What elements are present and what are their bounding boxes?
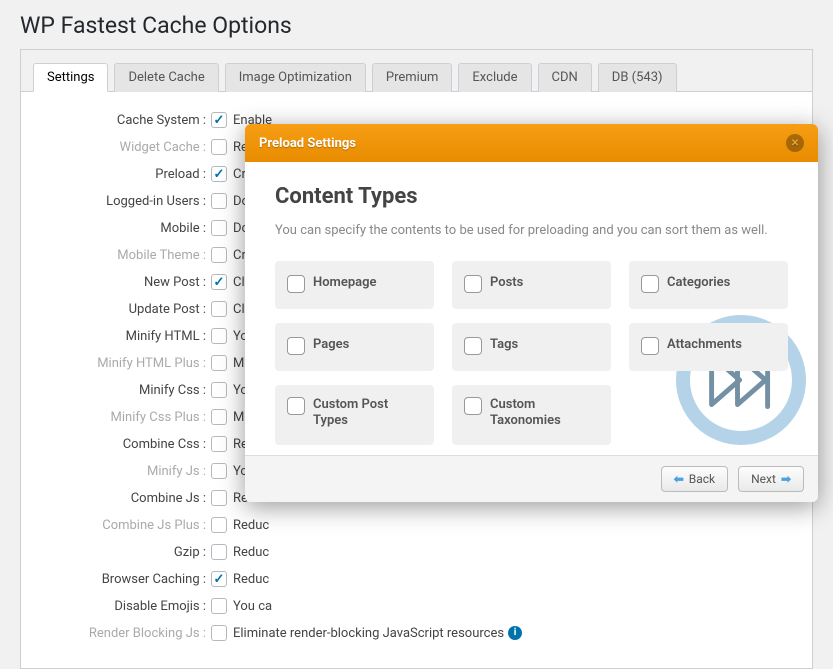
setting-checkbox[interactable]	[211, 328, 227, 344]
setting-label: Disable Emojis	[51, 599, 211, 614]
setting-label: New Post	[51, 275, 211, 290]
setting-checkbox[interactable]	[211, 517, 227, 533]
content-type-checkbox[interactable]	[287, 337, 305, 355]
tab-delete-cache[interactable]: Delete Cache	[114, 63, 218, 92]
setting-label: Minify HTML Plus	[51, 356, 211, 371]
next-button[interactable]: Next ➡	[738, 466, 804, 492]
setting-label: Combine Css	[51, 437, 211, 452]
setting-checkbox[interactable]	[211, 112, 227, 128]
setting-label: Logged-in Users	[51, 194, 211, 209]
setting-label: Combine Js Plus	[51, 518, 211, 533]
setting-label: Mobile Theme	[51, 248, 211, 263]
setting-label: Preload	[51, 167, 211, 182]
setting-checkbox[interactable]	[211, 166, 227, 182]
setting-checkbox[interactable]	[211, 193, 227, 209]
content-type-item[interactable]: Tags	[452, 323, 611, 371]
page-title: WP Fastest Cache Options	[0, 0, 833, 49]
content-type-item[interactable]: Posts	[452, 261, 611, 309]
setting-checkbox[interactable]	[211, 625, 227, 641]
setting-row: Render Blocking Js Eliminate render-block…	[51, 623, 782, 643]
content-type-label: Custom Post Types	[313, 397, 422, 431]
close-icon[interactable]	[786, 134, 804, 152]
next-button-label: Next	[751, 472, 776, 486]
content-types-grid: Homepage Posts Categories Pages Tags Attachme…	[275, 261, 788, 445]
content-type-item[interactable]: Categories	[629, 261, 788, 309]
content-type-checkbox[interactable]	[287, 397, 305, 415]
content-type-label: Attachments	[667, 337, 742, 354]
setting-checkbox[interactable]	[211, 301, 227, 317]
setting-checkbox[interactable]	[211, 463, 227, 479]
setting-row: Gzip Reduc	[51, 542, 782, 562]
setting-row: Combine Js Plus Reduc	[51, 515, 782, 535]
setting-checkbox[interactable]	[211, 247, 227, 263]
setting-description: Eliminate render-blocking JavaScript res…	[233, 626, 504, 641]
modal-footer: ⬅ Back Next ➡	[245, 455, 818, 502]
setting-description: Reduc	[233, 572, 269, 587]
content-type-item[interactable]: Custom Post Types	[275, 385, 434, 445]
setting-description: Reduc	[233, 545, 269, 560]
content-type-checkbox[interactable]	[641, 275, 659, 293]
setting-label: Gzip	[51, 545, 211, 560]
setting-label: Cache System	[51, 113, 211, 128]
setting-label: Minify HTML	[51, 329, 211, 344]
setting-checkbox[interactable]	[211, 409, 227, 425]
content-type-checkbox[interactable]	[464, 275, 482, 293]
tab-exclude[interactable]: Exclude	[458, 63, 531, 92]
tab-settings[interactable]: Settings	[33, 63, 108, 92]
setting-checkbox[interactable]	[211, 544, 227, 560]
setting-row: Browser Caching Reduc	[51, 569, 782, 589]
content-type-label: Pages	[313, 337, 349, 354]
setting-label: Combine Js	[51, 491, 211, 506]
content-type-label: Posts	[490, 275, 523, 292]
preload-settings-modal: Preload Settings Content Types You can s…	[245, 124, 818, 502]
setting-checkbox[interactable]	[211, 571, 227, 587]
arrow-left-icon: ⬅	[674, 472, 684, 486]
info-icon[interactable]: i	[508, 626, 522, 640]
content-type-label: Categories	[667, 275, 730, 292]
modal-title: Preload Settings	[259, 136, 356, 151]
setting-label: Widget Cache	[51, 140, 211, 155]
tab-db-543-[interactable]: DB (543)	[598, 63, 677, 92]
setting-checkbox[interactable]	[211, 598, 227, 614]
modal-description: You can specify the contents to be used …	[275, 221, 788, 241]
content-type-item[interactable]: Pages	[275, 323, 434, 371]
content-type-item[interactable]: Homepage	[275, 261, 434, 309]
setting-checkbox[interactable]	[211, 490, 227, 506]
setting-checkbox[interactable]	[211, 220, 227, 236]
setting-label: Mobile	[51, 221, 211, 236]
tabs-bar: SettingsDelete CacheImage OptimizationPr…	[21, 50, 812, 92]
setting-checkbox[interactable]	[211, 382, 227, 398]
setting-label: Render Blocking Js	[51, 626, 211, 641]
setting-label: Minify Js	[51, 464, 211, 479]
content-type-item[interactable]: Attachments	[629, 323, 788, 371]
setting-description: You ca	[233, 599, 272, 614]
content-type-item[interactable]: Custom Taxonomies	[452, 385, 611, 445]
tab-image-optimization[interactable]: Image Optimization	[225, 63, 366, 92]
setting-label: Browser Caching	[51, 572, 211, 587]
modal-header: Preload Settings	[245, 124, 818, 162]
modal-body: Content Types You can specify the conten…	[245, 162, 818, 455]
tab-cdn[interactable]: CDN	[538, 63, 592, 92]
setting-checkbox[interactable]	[211, 139, 227, 155]
setting-row: Disable Emojis You ca	[51, 596, 782, 616]
content-type-checkbox[interactable]	[641, 337, 659, 355]
content-type-label: Homepage	[313, 275, 377, 292]
setting-checkbox[interactable]	[211, 355, 227, 371]
setting-checkbox[interactable]	[211, 436, 227, 452]
modal-heading: Content Types	[275, 184, 788, 209]
back-button[interactable]: ⬅ Back	[661, 466, 728, 492]
setting-checkbox[interactable]	[211, 274, 227, 290]
setting-label: Update Post	[51, 302, 211, 317]
content-type-label: Custom Taxonomies	[490, 397, 599, 431]
back-button-label: Back	[689, 472, 715, 486]
content-type-checkbox[interactable]	[464, 397, 482, 415]
arrow-right-icon: ➡	[781, 472, 791, 486]
tab-premium[interactable]: Premium	[372, 63, 453, 92]
content-type-checkbox[interactable]	[464, 337, 482, 355]
setting-label: Minify Css	[51, 383, 211, 398]
content-type-label: Tags	[490, 337, 518, 354]
setting-label: Minify Css Plus	[51, 410, 211, 425]
setting-description: Reduc	[233, 518, 269, 533]
content-type-checkbox[interactable]	[287, 275, 305, 293]
